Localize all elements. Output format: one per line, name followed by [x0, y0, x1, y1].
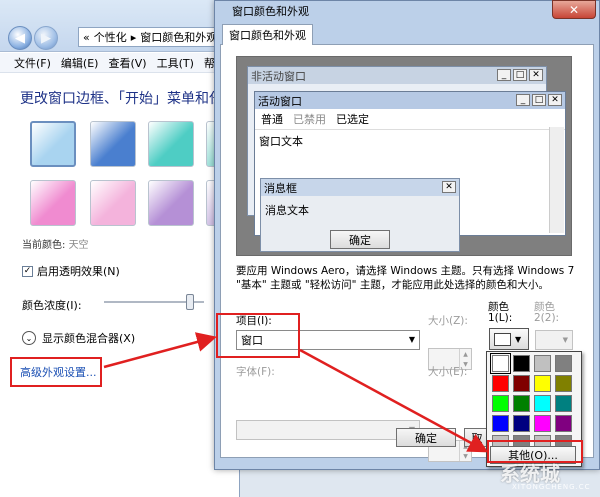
color-palette-grid	[490, 353, 572, 452]
color1-chip	[494, 332, 511, 346]
preview-menu: 普通 已禁用 已选定	[255, 109, 565, 130]
menu-bar: 文件(F) 编辑(E) 查看(V) 工具(T) 帮助	[0, 53, 240, 73]
message-box-title: 消息框	[261, 179, 459, 196]
highlight-box-item	[216, 313, 300, 358]
watermark-subtext: XITONGCHENG.CC	[512, 483, 591, 491]
back-arrow-icon: ◀	[15, 30, 25, 46]
close-icon: ✕	[529, 69, 543, 81]
color1-sublabel: 1(L):	[488, 312, 513, 324]
preview-scrollbar	[549, 127, 564, 233]
current-color-label: 当前颜色:	[22, 240, 66, 251]
active-window-controls: _ □ ✕	[516, 94, 562, 106]
close-icon: ✕	[442, 181, 456, 193]
palette-color-12[interactable]	[492, 415, 509, 432]
palette-color-5[interactable]	[513, 375, 530, 392]
minimize-icon: _	[497, 69, 511, 81]
chevron-down-icon: ▼	[562, 336, 568, 344]
highlight-box-advanced	[10, 357, 102, 387]
palette-color-6[interactable]	[534, 375, 551, 392]
palette-color-0[interactable]	[490, 353, 511, 374]
palette-color-3[interactable]	[555, 355, 572, 372]
palette-color-11[interactable]	[555, 395, 572, 412]
palette-color-4[interactable]	[492, 375, 509, 392]
font-label: 字体(F):	[236, 366, 275, 378]
color-swatch-blush[interactable]	[90, 180, 136, 226]
inactive-window-controls: _ □ ✕	[497, 69, 543, 81]
size2-label: 大小(E):	[428, 366, 468, 378]
tab-window-color[interactable]: 窗口颜色和外观	[222, 24, 313, 45]
spin-down-icon: ▼	[459, 451, 471, 461]
color-swatch-sea[interactable]	[148, 121, 194, 167]
color-swatch-violet[interactable]	[148, 180, 194, 226]
preview-menu-disabled: 已禁用	[293, 113, 326, 126]
back-button[interactable]: ◀	[8, 26, 32, 50]
palette-color-14[interactable]	[534, 415, 551, 432]
message-box-text: 消息文本	[265, 204, 309, 217]
personalization-window: ◀ ▶ « 个性化 ▸ 窗口颜色和外观 文件(F) 编辑(E) 查看(V) 工具…	[0, 0, 252, 497]
menu-tools[interactable]: 工具(T)	[157, 55, 194, 71]
color-intensity-label: 颜色浓度(I):	[22, 299, 82, 312]
forward-arrow-icon: ▶	[41, 30, 51, 46]
palette-color-7[interactable]	[555, 375, 572, 392]
spin-up-icon: ▲	[459, 349, 471, 359]
forward-button[interactable]: ▶	[34, 26, 58, 50]
aero-description: 要应用 Windows Aero，请选择 Windows 主题。只有选择 Win…	[236, 265, 575, 291]
size1-label: 大小(Z):	[428, 315, 468, 327]
color2-picker-button: ▼	[535, 330, 573, 350]
close-icon: ✕	[568, 2, 580, 17]
navigation-bar: ◀ ▶ « 个性化 ▸ 窗口颜色和外观	[0, 0, 240, 52]
transparency-checkbox[interactable]: ✓	[22, 265, 33, 277]
chevron-down-icon: ▼	[515, 334, 522, 344]
message-box-controls: ✕	[442, 181, 456, 193]
maximize-icon: □	[532, 94, 546, 106]
palette-color-9[interactable]	[513, 395, 530, 412]
intensity-slider-thumb[interactable]	[186, 294, 194, 310]
chevron-down-icon: ⌄	[22, 331, 36, 345]
dialog-title: 窗口颜色和外观	[232, 5, 309, 18]
color-swatch-fuchsia[interactable]	[30, 180, 76, 226]
close-icon: ✕	[548, 94, 562, 106]
address-overflow-icon: «	[83, 30, 90, 44]
palette-color-1[interactable]	[513, 355, 530, 372]
palette-color-10[interactable]	[534, 395, 551, 412]
breadcrumb-window-color[interactable]: 窗口颜色和外观	[140, 29, 217, 45]
page-heading: 更改窗口边框、「开始」菜单和任	[20, 91, 223, 107]
font-select: ▼	[236, 420, 420, 440]
palette-color-15[interactable]	[555, 415, 572, 432]
palette-color-13[interactable]	[513, 415, 530, 432]
color-swatch-twilight[interactable]	[90, 121, 136, 167]
maximize-icon: □	[513, 69, 527, 81]
preview-menu-normal: 普通	[261, 113, 283, 126]
menu-file[interactable]: 文件(F)	[14, 55, 51, 71]
palette-color-8[interactable]	[492, 395, 509, 412]
color-mixer-label: 显示颜色混合器(X)	[42, 332, 136, 345]
current-color-value: 天空	[68, 240, 89, 251]
color-mixer-toggle[interactable]: ⌄ 显示颜色混合器(X)	[22, 330, 135, 346]
preview-window-text: 窗口文本	[259, 135, 303, 148]
menu-view[interactable]: 查看(V)	[108, 55, 146, 71]
current-color: 当前颜色: 天空	[22, 236, 89, 251]
breadcrumb-personalization[interactable]: 个性化	[94, 29, 127, 45]
menu-edit[interactable]: 编辑(E)	[61, 55, 99, 71]
palette-color-2[interactable]	[534, 355, 551, 372]
ok-button[interactable]: 确定	[396, 428, 456, 447]
minimize-icon: _	[516, 94, 530, 106]
chevron-down-icon: ▼	[408, 335, 415, 344]
transparency-label: 启用透明效果(N)	[37, 265, 120, 278]
color2-sublabel: 2(2):	[534, 312, 560, 324]
color-swatch-sky[interactable]	[30, 121, 76, 167]
preview-ok-button: 确定	[330, 230, 390, 249]
preview-menu-selected: 已选定	[336, 113, 369, 126]
transparency-option[interactable]: ✓ 启用透明效果(N)	[22, 263, 120, 279]
breadcrumb-separator-icon: ▸	[130, 30, 137, 44]
color1-picker-button[interactable]: ▼	[489, 328, 529, 350]
dialog-close-button[interactable]: ✕	[552, 0, 596, 19]
